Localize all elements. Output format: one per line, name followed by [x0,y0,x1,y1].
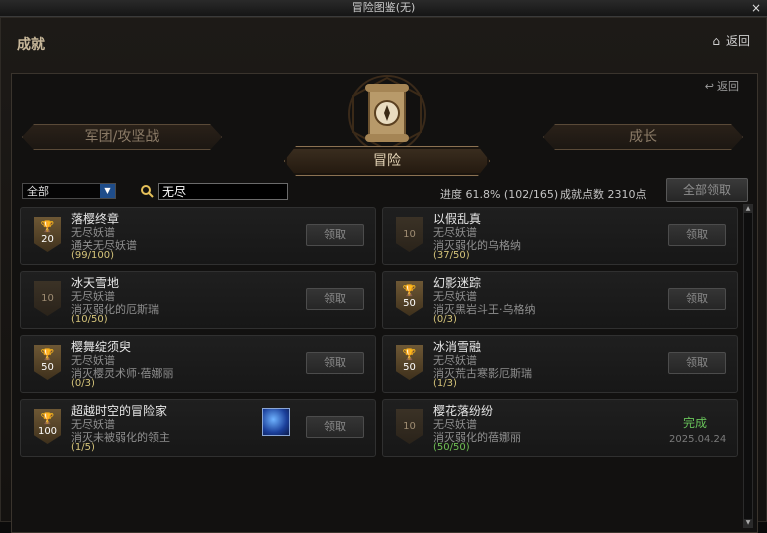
achievement-card: 10 以假乱真 无尽妖谱 消灭弱化的乌格纳 (37/50) 领取 [382,207,738,265]
claim-button[interactable]: 领取 [306,288,364,310]
scroll-up-icon[interactable]: ▲ [744,205,752,213]
progress-text: 进度 61.8% (102/165) [440,188,559,201]
trophy-badge: 🏆 50 [34,345,61,380]
search-icon [141,185,154,198]
trophy-icon: 🏆 [402,348,417,361]
trophy-icon: 🏆 [40,348,55,361]
window-title: 冒险图鉴(无) [351,1,416,14]
scroll-down-icon[interactable]: ▼ [744,519,752,527]
trophy-icon: 🏆 [40,412,55,425]
reward-item-icon[interactable] [262,408,290,436]
achievement-window: 成就 ⌂ 返回 ↩ 返回 军团/攻坚战 成长 冒险 全部 ▼ 无尽 进度 61.… [0,17,767,533]
points-text: 成就点数 2310点 [560,188,647,201]
panel-return-button[interactable]: ↩ 返回 [705,78,739,94]
tab-adventure[interactable]: 冒险 [284,146,490,176]
achievement-progress: (10/50) [71,314,108,325]
trophy-icon: 🏆 [40,220,55,233]
window-titlebar: 冒险图鉴(无) × [0,0,767,17]
trophy-icon: 🏆 [402,284,417,297]
achievement-progress: (1/5) [71,442,95,453]
tab-growth[interactable]: 成长 [543,124,743,150]
return-label[interactable]: 返回 [726,32,750,49]
points-badge: 10 [396,217,423,252]
achievement-card: 🏆 50 幻影迷踪 无尽妖谱 消灭黑岩斗王·乌格纳 (0/3) 领取 [382,271,738,329]
scrollbar[interactable]: ▲ ▼ [743,204,753,528]
page-title: 成就 [17,37,45,53]
chevron-down-icon[interactable]: ▼ [100,184,115,198]
claim-button[interactable]: 领取 [306,416,364,438]
points-badge: 10 [34,281,61,316]
trophy-badge: 🏆 50 [396,281,423,316]
points-badge: 10 [396,409,423,444]
achievement-card: 🏆 20 落樱终章 无尽妖谱 通关无尽妖谱 (99/100) 领取 [20,207,376,265]
achievement-card: 🏆 50 冰消雪融 无尽妖谱 消灭荒古寒影厄斯瑞 (1/3) 领取 [382,335,738,393]
claim-button[interactable]: 领取 [668,352,726,374]
tab-legion[interactable]: 军团/攻坚战 [22,124,222,150]
achievement-progress: (1/3) [433,378,457,389]
achievement-progress: (37/50) [433,250,470,261]
achievement-progress: (99/100) [71,250,114,261]
achievement-card: 10 樱花落纷纷 无尽妖谱 消灭弱化的蓓娜丽 (50/50) 完成 2025.0… [382,399,738,457]
panel-return-label: 返回 [717,80,739,93]
achievement-panel: ↩ 返回 军团/攻坚战 成长 冒险 全部 ▼ 进度 61.8% (1 [11,73,758,533]
home-icon[interactable]: ⌂ [712,34,720,48]
claim-button[interactable]: 领取 [306,352,364,374]
trophy-badge: 🏆 50 [396,345,423,380]
search-input[interactable] [158,183,288,200]
scroll-emblem-icon [348,75,426,152]
category-select-value: 全部 [27,185,49,198]
return-arrow-icon: ↩ [704,79,714,93]
achievement-progress: (50/50) [433,442,470,453]
achievement-progress: (0/3) [71,378,95,389]
close-icon[interactable]: × [751,0,761,16]
claim-all-button[interactable]: 全部领取 [666,178,748,202]
achievement-card: 10 冰天雪地 无尽妖谱 消灭弱化的厄斯瑞 (10/50) 领取 [20,271,376,329]
claim-button[interactable]: 领取 [668,224,726,246]
achievement-progress: (0/3) [433,314,457,325]
trophy-badge: 🏆 20 [34,217,61,252]
category-select[interactable]: 全部 ▼ [22,183,116,199]
complete-status: 完成 [683,416,708,430]
claim-button[interactable]: 领取 [306,224,364,246]
achievement-card: 🏆 100 超越时空的冒险家 无尽妖谱 消灭未被弱化的领主 (1/5) 领取 [20,399,376,457]
achievement-card: 🏆 50 樱舞绽须臾 无尽妖谱 消灭樱灵术师·蓓娜丽 (0/3) 领取 [20,335,376,393]
filter-row: 全部 ▼ 进度 61.8% (102/165) 成就点数 2310点 全部领取 [22,178,748,203]
home-return-button[interactable]: ⌂ 返回 [712,32,750,49]
claim-button[interactable]: 领取 [668,288,726,310]
complete-date: 2025.04.24 [669,434,727,445]
trophy-badge: 🏆 100 [34,409,61,444]
